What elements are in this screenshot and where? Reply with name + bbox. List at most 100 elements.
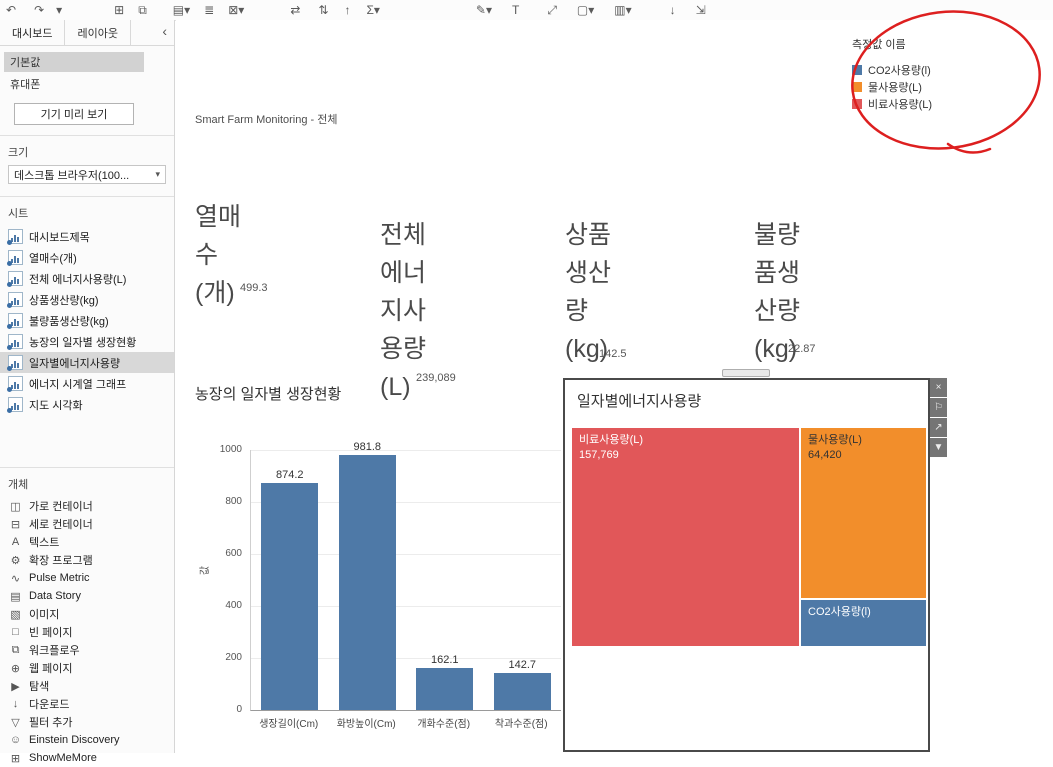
sheet-icon: [7, 292, 23, 308]
object-extension[interactable]: ⚙ 확장 프로그램: [0, 551, 174, 569]
object-item-label: 세로 컨테이너: [29, 519, 93, 531]
sheet-item-map-viz[interactable]: 지도 시각화: [0, 394, 174, 415]
tab-dashboard[interactable]: 대시보드: [0, 20, 64, 45]
collapse-pane-icon[interactable]: ‹: [162, 23, 167, 39]
undo-icon[interactable]: ↶: [4, 1, 18, 19]
bar-chart-title: 농장의 일자별 생장현황: [195, 386, 342, 403]
object-einstein-discovery[interactable]: ☺ Einstein Discovery: [0, 731, 174, 749]
object-show-me-more[interactable]: ⊞ ShowMeMore: [0, 749, 174, 767]
totals-icon[interactable]: Σ▾: [364, 1, 381, 19]
show-me-icon[interactable]: ▥▾: [612, 1, 633, 19]
y-tick-label: 0: [236, 704, 242, 715]
sort-ascending-icon[interactable]: ⇅: [316, 1, 330, 19]
treemap-area: 비료사용량(L) 157,769 물사용량(L) 64,420 CO2사용량(l…: [572, 428, 926, 646]
object-data-story[interactable]: ▤ Data Story: [0, 587, 174, 605]
y-tick-label: 200: [225, 652, 242, 663]
sheet-item-daily-growth[interactable]: 농장의 일자별 생장현황: [0, 331, 174, 352]
kpi-fruit-count[interactable]: 열매 수 (개): [195, 198, 241, 312]
kpi-fruit-count-value: 499.3: [240, 282, 268, 294]
sheet-item-daily-energy[interactable]: 일자별에너지사용량: [0, 352, 174, 373]
legend-item-label: 물사용량(L): [868, 81, 922, 94]
mark-labels-icon[interactable]: T: [510, 1, 521, 19]
new-worksheet-icon[interactable]: ⊞: [112, 1, 126, 19]
revert-menu-icon[interactable]: ▾: [54, 1, 64, 19]
size-dropdown[interactable]: 데스크톱 브라우저(100... ▾: [8, 165, 166, 184]
sheet-item-fruit-count[interactable]: 열매수(개): [0, 247, 174, 268]
kpi-text-line: 량: [565, 297, 589, 325]
device-default-item[interactable]: 기본값: [4, 52, 144, 72]
object-pulse-metric[interactable]: ∿ Pulse Metric: [0, 569, 174, 587]
download-icon[interactable]: ↓: [668, 1, 678, 19]
treemap-block-co2[interactable]: CO2사용량(l): [801, 600, 926, 646]
device-preview-icon[interactable]: ⇲: [694, 1, 708, 19]
legend-item-fertilizer[interactable]: 비료사용량(L): [852, 95, 932, 112]
sort-descending-icon[interactable]: ↑: [342, 1, 352, 19]
text-icon: A: [11, 536, 20, 548]
kpi-text-line: 열매: [195, 203, 242, 231]
navigation-icon: ▶: [11, 680, 20, 693]
sheet-item-total-energy[interactable]: 전체 에너지사용량(L): [0, 268, 174, 289]
kpi-defect-output-value: 22.87: [788, 343, 816, 355]
object-workflow[interactable]: ⧉ 워크플로우: [0, 641, 174, 659]
object-item-label: Pulse Metric: [29, 572, 90, 584]
pause-auto-updates-icon[interactable]: ≣: [202, 1, 216, 19]
object-horizontal-container[interactable]: ◫ 가로 컨테이너: [0, 497, 174, 515]
dashboard-title-text: Smart Farm Monitoring - 전체: [195, 114, 338, 126]
treemap-window[interactable]: 일자별에너지사용량 비료사용량(L) 157,769 물사용량(L) 64,42…: [563, 378, 947, 752]
object-web-page[interactable]: ⊕ 웹 페이지: [0, 659, 174, 677]
fit-icon[interactable]: ⤢: [545, 1, 559, 19]
bar-mark[interactable]: [338, 454, 396, 710]
tab-layout[interactable]: 레이아웃: [64, 20, 131, 45]
show-me-more-icon: ⊞: [10, 752, 21, 765]
clear-sheet-icon[interactable]: ⊠▾: [226, 1, 246, 19]
x-category-label: 생장길이(Cm): [259, 719, 319, 730]
sheet-item-label: 열매수(개): [29, 252, 77, 265]
window-drag-handle[interactable]: [722, 369, 770, 377]
sheet-icon: [7, 271, 23, 287]
object-navigation[interactable]: ▶ 탐색: [0, 677, 174, 695]
sheet-item-dashboard-title[interactable]: 대시보드제목: [0, 226, 174, 247]
bar-mark[interactable]: [261, 482, 319, 710]
object-text[interactable]: A 텍스트: [0, 533, 174, 551]
treemap-block-fertilizer[interactable]: 비료사용량(L) 157,769: [572, 428, 799, 646]
new-dashboard-icon[interactable]: ▤▾: [171, 1, 192, 19]
treemap-block-label: CO2사용량(l): [808, 606, 871, 618]
object-add-filter[interactable]: ▽ 필터 추가: [0, 713, 174, 731]
window-controls: × ⚐ ↗ ▼: [930, 378, 947, 458]
sheet-item-product-output[interactable]: 상품생산량(kg): [0, 289, 174, 310]
horizontal-container-icon: ◫: [10, 500, 21, 513]
treemap-block-water[interactable]: 물사용량(L) 64,420: [801, 428, 926, 598]
kpi-product-output[interactable]: 상품 생산 량 (kg): [565, 216, 611, 368]
legend-swatch-water: [852, 81, 862, 92]
object-image[interactable]: ▧ 이미지: [0, 605, 174, 623]
object-blank-page[interactable]: □ 빈 페이지: [0, 623, 174, 641]
legend-item-co2[interactable]: CO2사용량(l): [852, 61, 932, 78]
sheet-item-energy-timeseries[interactable]: 에너지 시계열 그래프: [0, 373, 174, 394]
open-external-icon[interactable]: ↗: [930, 418, 947, 437]
dashboard-canvas: Smart Farm Monitoring - 전체 측정값 이름 CO2사용량…: [176, 20, 1053, 753]
close-icon[interactable]: ×: [930, 378, 947, 397]
object-download[interactable]: ↓ 다운로드: [0, 695, 174, 713]
more-options-icon[interactable]: ▼: [930, 438, 947, 457]
borders-icon[interactable]: ▢▾: [575, 1, 596, 19]
device-preview-button[interactable]: 기기 미리 보기: [14, 103, 134, 125]
kpi-text-line: 상품: [565, 221, 612, 249]
sheet-item-label: 일자별에너지사용량: [29, 357, 121, 370]
pane-tabs: 대시보드 레이아웃 ‹: [0, 20, 174, 46]
duplicate-sheet-icon[interactable]: ⧉: [136, 1, 149, 19]
legend-item-water[interactable]: 물사용량(L): [852, 78, 932, 95]
sheet-item-label: 지도 시각화: [29, 399, 83, 412]
bar-mark[interactable]: [416, 667, 474, 710]
tableau-dashboard-editor: ↶ ↷ ▾ ⊞ ⧉ ▤▾ ≣ ⊠▾ ⇄ ⇅ ↑ Σ▾ ✎▾ T ⤢ ▢▾ ▥▾ …: [0, 0, 1053, 765]
highlight-icon[interactable]: ✎▾: [474, 1, 494, 19]
object-item-label: 확장 프로그램: [29, 555, 93, 567]
treemap-block-label: 물사용량(L): [808, 434, 862, 446]
legend-measure-names: 측정값 이름 CO2사용량(l) 물사용량(L) 비료사용량(L): [852, 36, 932, 112]
bar-mark[interactable]: [493, 672, 551, 710]
pin-icon[interactable]: ⚐: [930, 398, 947, 417]
redo-icon[interactable]: ↷: [32, 1, 46, 19]
device-phone-item[interactable]: 휴대폰: [4, 74, 144, 94]
swap-rows-columns-icon[interactable]: ⇄: [288, 1, 302, 19]
object-vertical-container[interactable]: ⊟ 세로 컨테이너: [0, 515, 174, 533]
sheet-item-defect-output[interactable]: 불량품생산량(kg): [0, 310, 174, 331]
